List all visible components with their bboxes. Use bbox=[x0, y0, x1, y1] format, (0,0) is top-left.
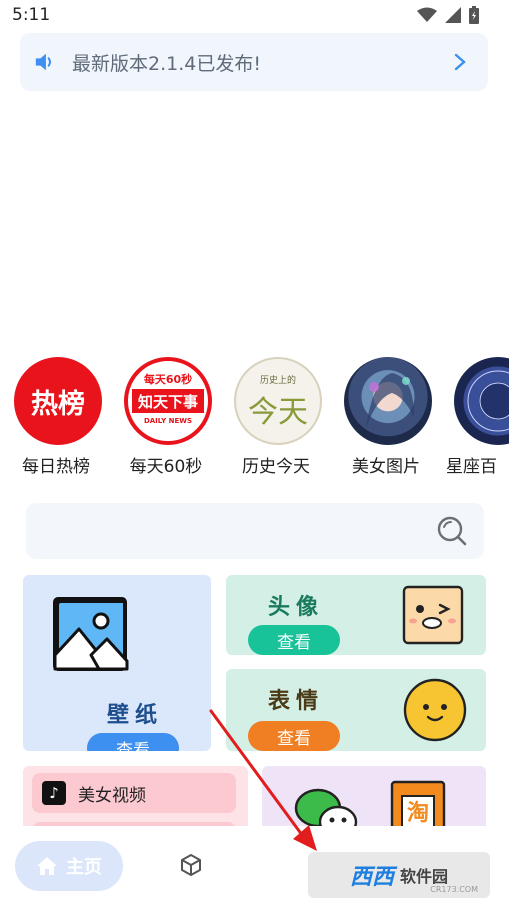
tiktok-icon: ♪ bbox=[42, 781, 66, 805]
wallpaper-title: 壁纸 bbox=[107, 703, 164, 728]
chevron-right-icon bbox=[454, 53, 466, 71]
speaker-icon bbox=[35, 53, 52, 71]
wifi-icon bbox=[417, 7, 437, 22]
svg-text:淘: 淘 bbox=[407, 800, 429, 826]
annotation-arrow bbox=[209, 709, 317, 851]
face-block-icon bbox=[402, 585, 464, 645]
zodiac-wheel-icon bbox=[467, 370, 509, 432]
history-today-main: 今天 bbox=[248, 395, 308, 430]
history-today-button[interactable]: 历史上的 今天 bbox=[234, 357, 322, 445]
daily-60s-main: 知天下事 bbox=[132, 389, 204, 413]
beauty-images-label: 美女图片 bbox=[352, 457, 420, 477]
home-tab[interactable]: 主页 bbox=[15, 841, 123, 891]
status-time: 5:11 bbox=[12, 5, 51, 25]
picture-icon bbox=[53, 597, 129, 671]
watermark-brand: 西西 bbox=[349, 865, 394, 890]
avatar-title: 头像 bbox=[268, 595, 325, 620]
hot-list-label: 每日热榜 bbox=[22, 457, 90, 477]
notice-text: 最新版本2.1.4已发布! bbox=[72, 52, 261, 75]
daily-60s-label: 每天60秒 bbox=[129, 457, 203, 477]
horoscope-label: 星座百 bbox=[446, 457, 497, 477]
avatar-card[interactable]: 头像 查看 bbox=[226, 575, 486, 655]
avatar-view-button[interactable]: 查看 bbox=[248, 625, 340, 655]
status-icons bbox=[417, 6, 479, 24]
search-icon[interactable] bbox=[436, 515, 468, 547]
watermark-site: 软件园 bbox=[400, 867, 449, 886]
watermark-sub: CR173.COM bbox=[430, 885, 478, 894]
daily-60s-button[interactable]: 每天60秒 知天下事 DAILY NEWS bbox=[124, 357, 212, 445]
beauty-video-label: 美女视频 bbox=[78, 785, 146, 806]
home-icon bbox=[37, 857, 57, 875]
hot-list-badge: 热榜 bbox=[31, 388, 85, 420]
search-bar[interactable] bbox=[26, 503, 484, 559]
daily-60s-top: 每天60秒 bbox=[143, 373, 193, 386]
wallpaper-card[interactable]: 壁纸 查看 bbox=[23, 575, 211, 751]
portrait-image bbox=[366, 373, 414, 427]
battery-icon bbox=[469, 6, 479, 24]
history-today-top: 历史上的 bbox=[259, 376, 296, 386]
watermark-logo: 西西 软件园 CR173.COM bbox=[308, 852, 490, 898]
daily-60s-sub: DAILY NEWS bbox=[143, 417, 193, 425]
horoscope-button[interactable] bbox=[454, 357, 509, 445]
beauty-images-button[interactable] bbox=[344, 357, 432, 445]
cube-icon[interactable] bbox=[179, 853, 203, 877]
update-notice[interactable]: 最新版本2.1.4已发布! bbox=[20, 33, 488, 91]
hot-list-button[interactable]: 热榜 bbox=[14, 357, 102, 445]
history-today-label: 历史今天 bbox=[242, 457, 310, 477]
wallpaper-view-button[interactable]: 查看 bbox=[87, 733, 179, 751]
home-tab-label: 主页 bbox=[66, 857, 102, 878]
smiley-icon bbox=[403, 678, 467, 742]
signal-icon bbox=[445, 7, 461, 23]
